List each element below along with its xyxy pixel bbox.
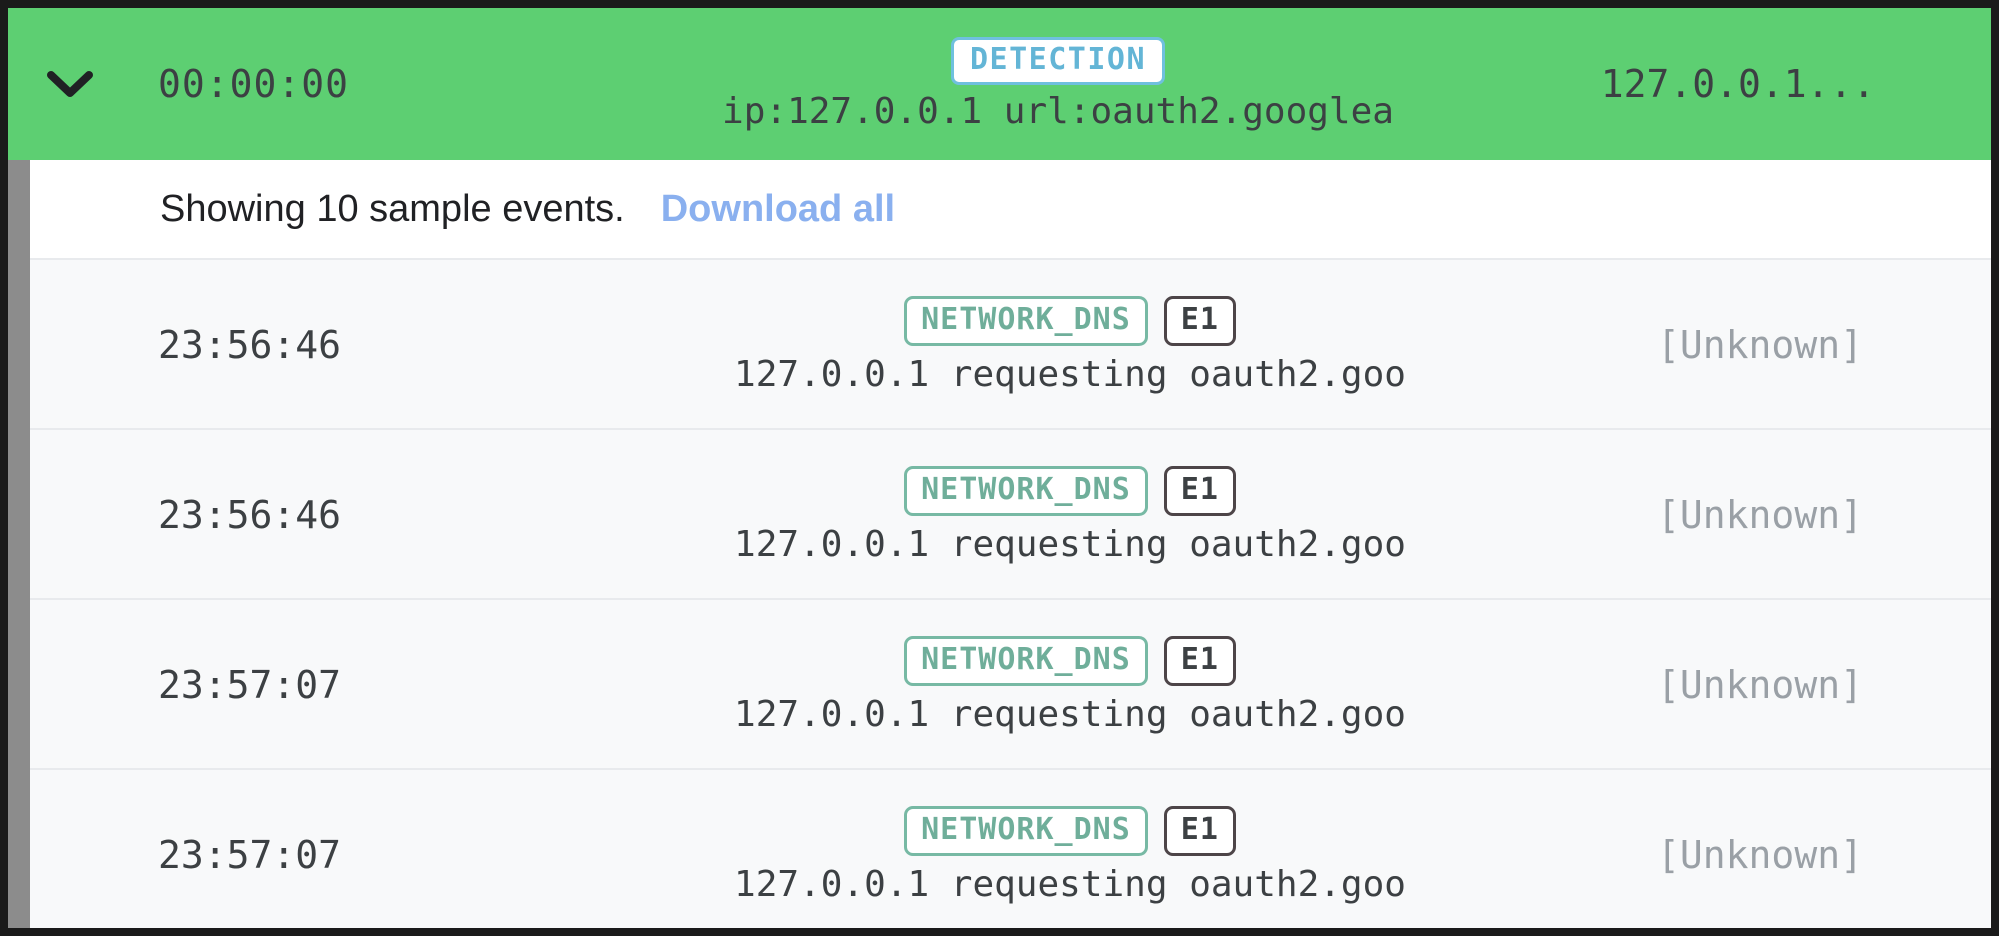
event-type-badge: NETWORK_DNS [904,635,1148,686]
detection-summary: DETECTION ip:127.0.0.1 url:oauth2.google… [628,8,1488,160]
event-summary: NETWORK_DNS E1 127.0.0.1 requesting oaut… [630,770,1510,928]
event-description: 127.0.0.1 requesting oauth2.goo [734,353,1406,395]
event-source: [Unknown] [1657,493,1863,537]
screenshot-root: 00:00:00 DETECTION ip:127.0.0.1 url:oaut… [0,0,1999,936]
event-id-badge: E1 [1163,635,1236,686]
event-description: 127.0.0.1 requesting oauth2.goo [734,523,1406,565]
event-summary: NETWORK_DNS E1 127.0.0.1 requesting oaut… [630,430,1510,598]
event-timestamp: 23:56:46 [158,323,342,367]
event-timestamp: 23:57:07 [158,833,342,877]
event-timestamp: 23:56:46 [158,493,342,537]
sample-events-text: Showing 10 sample events. [160,187,625,230]
event-type-badge: NETWORK_DNS [904,295,1148,346]
detection-timestamp: 00:00:00 [158,62,350,106]
event-badges: NETWORK_DNS E1 [904,635,1236,686]
detection-source: 127.0.0.1... [1600,62,1876,106]
event-badges: NETWORK_DNS E1 [904,465,1236,516]
chevron-down-icon [47,69,93,99]
detection-header-row[interactable]: 00:00:00 DETECTION ip:127.0.0.1 url:oaut… [8,8,1991,160]
expanded-events-panel: Showing 10 sample events. Download all 2… [8,160,1991,928]
event-badges: NETWORK_DNS E1 [904,295,1236,346]
event-source: [Unknown] [1657,323,1863,367]
event-type-badge: NETWORK_DNS [904,465,1148,516]
event-source: [Unknown] [1657,833,1863,877]
expanded-left-rail [8,160,30,928]
event-summary: NETWORK_DNS E1 127.0.0.1 requesting oaut… [630,260,1510,428]
event-description: 127.0.0.1 requesting oauth2.goo [734,693,1406,735]
event-badges: NETWORK_DNS E1 [904,805,1236,856]
event-id-badge: E1 [1163,805,1236,856]
expanded-content: Showing 10 sample events. Download all 2… [30,160,1991,928]
detection-card: 00:00:00 DETECTION ip:127.0.0.1 url:oaut… [8,8,1991,928]
event-id-badge: E1 [1163,295,1236,346]
table-row[interactable]: 23:57:07 NETWORK_DNS E1 127.0.0.1 reques… [30,768,1991,928]
table-row[interactable]: 23:56:46 NETWORK_DNS E1 127.0.0.1 reques… [30,428,1991,598]
event-type-badge: NETWORK_DNS [904,805,1148,856]
download-all-link[interactable]: Download all [661,188,895,231]
event-source: [Unknown] [1657,663,1863,707]
detection-description: ip:127.0.0.1 url:oauth2.googlea [722,90,1394,132]
table-row[interactable]: 23:57:07 NETWORK_DNS E1 127.0.0.1 reques… [30,598,1991,768]
event-id-badge: E1 [1163,465,1236,516]
expand-toggle-button[interactable] [40,8,100,160]
event-description: 127.0.0.1 requesting oauth2.goo [734,863,1406,905]
detection-type-badge: DETECTION [950,36,1166,85]
event-summary: NETWORK_DNS E1 127.0.0.1 requesting oaut… [630,600,1510,768]
event-timestamp: 23:57:07 [158,663,342,707]
table-row[interactable]: 23:56:46 NETWORK_DNS E1 127.0.0.1 reques… [30,258,1991,428]
sample-events-notice: Showing 10 sample events. Download all [30,160,1991,258]
